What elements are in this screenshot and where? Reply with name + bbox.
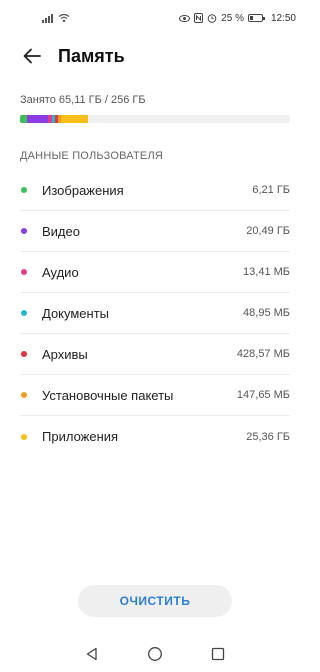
list-item-archives[interactable]: Архивы 428,57 МБ [20, 334, 290, 375]
eye-icon [179, 14, 191, 22]
user-data-list: Изображения 6,21 ГБ Видео 20,49 ГБ Аудио… [20, 170, 290, 457]
nav-home-button[interactable] [145, 644, 165, 664]
section-title: ДАННЫЕ ПОЛЬЗОВАТЕЛЯ [20, 150, 164, 162]
system-nav-bar [0, 636, 310, 672]
status-bar: 25 % 12:50 [0, 0, 310, 36]
storage-segment [61, 115, 89, 123]
item-label: Видео [42, 223, 80, 239]
item-label: Установочные пакеты [42, 387, 174, 403]
clear-button[interactable]: ОЧИСТИТЬ [78, 585, 232, 617]
storage-used-text: Занято 65,11 ГБ / 256 ГБ [20, 94, 146, 106]
nav-back-button[interactable] [82, 644, 102, 664]
circle-home-icon [148, 647, 162, 661]
category-dot [21, 433, 27, 440]
back-button[interactable] [20, 44, 44, 68]
item-size: 25,36 ГБ [246, 430, 290, 443]
list-item-audio[interactable]: Аудио 13,41 МБ [20, 252, 290, 293]
item-size: 6,21 ГБ [252, 184, 290, 196]
list-item-documents[interactable]: Документы 48,95 МБ [20, 293, 290, 334]
arrow-left-icon [23, 48, 41, 64]
list-item-video[interactable]: Видео 20,49 ГБ [20, 211, 290, 252]
list-item-images[interactable]: Изображения 6,21 ГБ [20, 170, 290, 211]
item-label: Архивы [42, 346, 88, 362]
nav-recents-button[interactable] [208, 644, 228, 664]
category-dot [21, 351, 27, 357]
item-size: 13,41 МБ [243, 266, 290, 278]
item-label: Изображения [42, 182, 124, 198]
item-size: 48,95 МБ [243, 307, 290, 319]
item-size: 20,49 ГБ [246, 225, 290, 237]
storage-segment [26, 115, 49, 123]
alarm-icon [207, 14, 217, 23]
status-bar-right: 25 % 12:50 [179, 13, 296, 24]
category-dot [21, 228, 27, 234]
item-size: 428,57 МБ [236, 348, 290, 360]
signal-icon [42, 13, 54, 23]
category-dot [21, 310, 27, 316]
storage-segment [20, 115, 27, 123]
list-item-install-packages[interactable]: Установочные пакеты 147,65 МБ [20, 375, 290, 416]
category-dot [21, 269, 27, 275]
list-item-apps[interactable]: Приложения 25,36 ГБ [20, 416, 290, 457]
category-dot [21, 392, 27, 398]
header: Память [0, 38, 310, 74]
square-recents-icon [212, 647, 225, 661]
nfc-icon [194, 13, 204, 23]
page-title: Память [58, 45, 125, 66]
battery-icon [247, 14, 265, 22]
storage-usage-bar [20, 115, 290, 123]
item-label: Аудио [42, 264, 79, 280]
clock: 12:50 [270, 12, 296, 24]
wifi-icon [58, 13, 70, 23]
item-label: Приложения [42, 429, 119, 444]
battery-percent: 25 % [221, 12, 244, 24]
status-bar-left [42, 13, 70, 23]
category-dot [21, 187, 27, 193]
item-label: Документы [42, 305, 110, 321]
item-size: 147,65 МБ [236, 389, 290, 401]
triangle-back-icon [86, 647, 97, 661]
